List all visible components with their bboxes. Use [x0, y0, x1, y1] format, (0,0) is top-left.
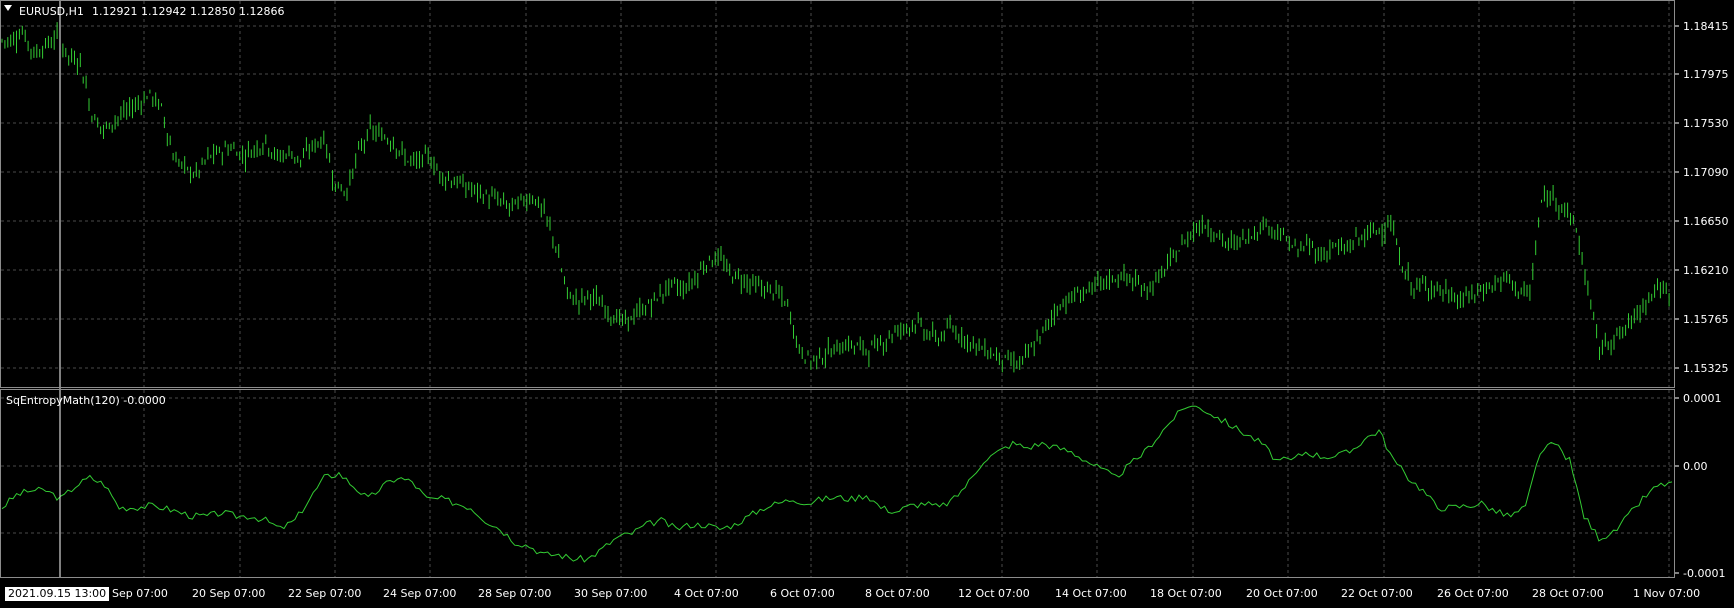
price-label: 1.17090: [1683, 166, 1729, 179]
price-label: 1.18415: [1683, 20, 1729, 33]
price-label: 1.15325: [1683, 362, 1729, 375]
time-label: 12 Oct 07:00: [958, 587, 1030, 600]
price-label: 1.15765: [1683, 313, 1729, 326]
symbol-label: EURUSD,H1: [19, 5, 84, 18]
time-label: 28 Sep 07:00: [478, 587, 551, 600]
time-label: 6 Oct 07:00: [770, 587, 835, 600]
time-label: 30 Sep 07:00: [574, 587, 647, 600]
ohlc-label: 1.12921 1.12942 1.12850 1.12866: [92, 5, 284, 18]
chart-canvas[interactable]: EURUSD,H1 1.12921 1.12942 1.12850 1.1286…: [0, 0, 1734, 608]
price-label: 1.16650: [1683, 215, 1729, 228]
indicator-label: 0.0001: [1683, 392, 1722, 405]
indicator-label: 0.00: [1683, 460, 1708, 473]
crosshair-time-label: 2021.09.15 13:00: [4, 586, 111, 602]
time-label: 22 Sep 07:00: [288, 587, 361, 600]
indicator-title: SqEntropyMath(120) -0.0000: [6, 394, 166, 407]
price-candles: [1, 22, 1670, 373]
time-label: 24 Sep 07:00: [383, 587, 456, 600]
time-label: 22 Oct 07:00: [1341, 587, 1413, 600]
price-axis[interactable]: 1.18415 1.17975 1.17530 1.17090 1.16650 …: [1675, 20, 1729, 375]
indicator-label: -0.0001: [1683, 567, 1725, 580]
chart-window[interactable]: EURUSD,H1 1.12921 1.12942 1.12850 1.1286…: [0, 0, 1734, 608]
indicator-axis: 0.0001 0.00 -0.0001: [1675, 392, 1725, 580]
main-panel-frame: [0, 0, 1675, 388]
time-label: 14 Oct 07:00: [1055, 587, 1127, 600]
time-label: 20 Sep 07:00: [192, 587, 265, 600]
indicator-line: [1, 405, 1673, 563]
time-label: 26 Oct 07:00: [1437, 587, 1509, 600]
time-label: 18 Oct 07:00: [1150, 587, 1222, 600]
time-axis[interactable]: Sep 07:00 20 Sep 07:00 22 Sep 07:00 24 S…: [112, 587, 1700, 600]
price-label: 1.17975: [1683, 68, 1729, 81]
time-label: 1 Nov 07:00: [1633, 587, 1700, 600]
grid: [1, 1, 1674, 577]
price-label: 1.17530: [1683, 117, 1729, 130]
time-label: 20 Oct 07:00: [1246, 587, 1318, 600]
window-menu-icon[interactable]: [4, 5, 12, 11]
time-label: 28 Oct 07:00: [1532, 587, 1604, 600]
time-label: Sep 07:00: [112, 587, 168, 600]
price-label: 1.16210: [1683, 264, 1729, 277]
time-label: 8 Oct 07:00: [865, 587, 930, 600]
indicator-panel-frame: [0, 389, 1675, 578]
time-label: 4 Oct 07:00: [674, 587, 739, 600]
